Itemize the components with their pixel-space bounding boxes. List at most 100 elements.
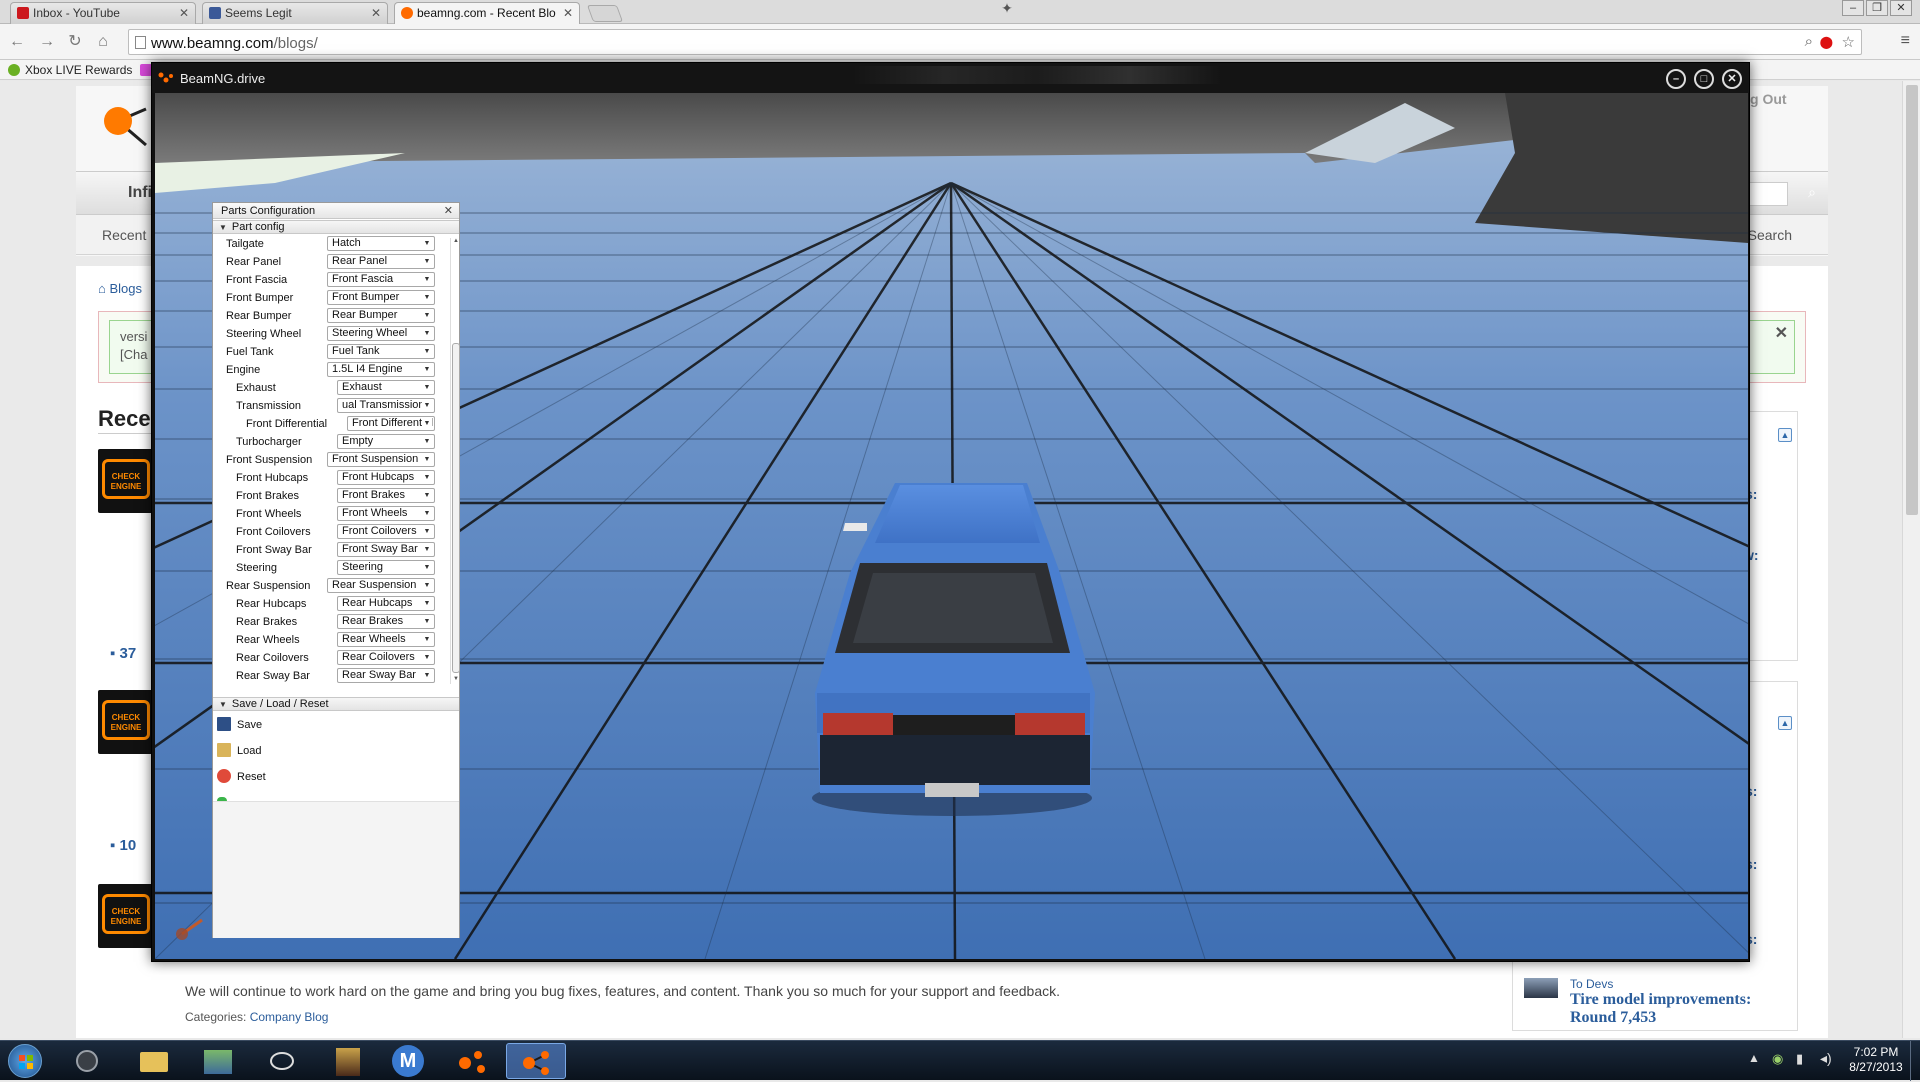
close-icon[interactable]: ✕ (371, 6, 381, 20)
part-select[interactable]: Front Coilovers ▼ (337, 524, 435, 539)
part-select[interactable]: Rear Suspension ▼ (327, 578, 435, 593)
steam-icon[interactable] (70, 1046, 106, 1076)
part-select[interactable]: Steering Wheel ▼ (327, 326, 435, 341)
scrollbar-thumb[interactable] (1906, 85, 1918, 515)
beamng-drive-taskbar-button[interactable] (506, 1043, 566, 1079)
game-icon[interactable] (330, 1046, 366, 1076)
part-select[interactable]: Rear Sway Bar ▼ (337, 668, 435, 683)
windows-logo-icon (19, 1055, 33, 1069)
new-tab-button[interactable] (586, 5, 624, 22)
part-row: Rear Brakes Rear Brakes ▼ (213, 614, 449, 630)
beamng-titlebar[interactable]: BeamNG.drive – □ ✕ (152, 63, 1749, 93)
breadcrumb[interactable]: ⌂ Blogs (98, 281, 142, 296)
home-icon[interactable]: ⌂ (92, 31, 114, 53)
part-select[interactable]: Steering ▼ (337, 560, 435, 575)
minimize-button[interactable]: – (1666, 69, 1686, 89)
chevron-down-icon: ▼ (422, 615, 432, 628)
network-icon[interactable]: ◉ (1772, 1051, 1783, 1067)
part-select[interactable]: Rear Bumper ▼ (327, 308, 435, 323)
maximize-button[interactable]: □ (1694, 69, 1714, 89)
app-icon[interactable] (264, 1046, 300, 1076)
part-select[interactable]: Front Suspension ▼ (327, 452, 435, 467)
parts-configuration-panel[interactable]: Parts Configuration ✕ ▼ Part config Tailg… (212, 202, 460, 938)
part-select[interactable]: Front Hubcaps ▼ (337, 470, 435, 485)
part-select[interactable]: Fuel Tank ▼ (327, 344, 435, 359)
show-hidden-icons[interactable]: ▲ (1748, 1051, 1760, 1065)
close-icon[interactable]: ✕ (179, 6, 189, 20)
part-select[interactable]: Empty ▼ (337, 434, 435, 449)
game-icon[interactable] (200, 1046, 236, 1076)
part-select[interactable]: Front Wheels ▼ (337, 506, 435, 521)
check-engine-thumbnail[interactable]: CHECK ENGINE (98, 690, 154, 754)
collapse-icon[interactable]: ▲ (1778, 716, 1792, 730)
part-select[interactable]: Rear Coilovers ▼ (337, 650, 435, 665)
save-button[interactable]: Save (217, 717, 262, 735)
close-button[interactable]: ✕ (1722, 69, 1742, 89)
scroll-down-icon[interactable]: ▼ (452, 676, 460, 684)
scroll-up-icon[interactable]: ▲ (452, 238, 460, 246)
part-select[interactable]: Exhaust ▼ (337, 380, 435, 395)
page-scrollbar[interactable] (1902, 81, 1920, 1038)
sidebar-post-title[interactable]: Tire model improvements: Round 7,453 (1570, 991, 1780, 1027)
clock[interactable]: 7:02 PM 8/27/2013 (1846, 1045, 1906, 1075)
scrollbar-thumb[interactable] (452, 343, 460, 673)
close-icon[interactable]: ✕ (1775, 323, 1788, 343)
part-select[interactable]: Front Fascia ▼ (327, 272, 435, 287)
minimize-button[interactable]: – (1842, 0, 1864, 16)
tab-youtube[interactable]: Inbox - YouTube ✕ (10, 2, 196, 24)
parts-scrollbar[interactable]: ▲ ▼ (450, 238, 460, 684)
part-select[interactable]: Rear Panel ▼ (327, 254, 435, 269)
volume-icon[interactable]: ◂) (1820, 1050, 1832, 1067)
part-select[interactable]: ual Transmission ▼ (337, 398, 435, 413)
category-link[interactable]: Company Blog (250, 1010, 329, 1024)
close-icon[interactable]: ✕ (444, 204, 453, 217)
post-thumbnail[interactable] (1524, 978, 1558, 998)
search-icon[interactable]: ⌕ (1805, 33, 1813, 50)
panel-title[interactable]: Parts Configuration ✕ (213, 203, 459, 219)
part-select[interactable]: Rear Hubcaps ▼ (337, 596, 435, 611)
show-desktop-button[interactable] (1910, 1041, 1920, 1081)
folder-icon[interactable] (136, 1046, 172, 1076)
check-engine-thumbnail[interactable]: CHECK ENGINE (98, 449, 154, 513)
start-button[interactable] (8, 1044, 42, 1078)
part-select[interactable]: Front Bumper ▼ (327, 290, 435, 305)
part-select[interactable]: Front Brakes ▼ (337, 488, 435, 503)
logout-link[interactable]: g Out (1750, 91, 1787, 107)
forward-arrow-icon[interactable]: → (36, 31, 58, 53)
comment-count[interactable]: ▪ 37 (110, 645, 136, 662)
check-engine-thumbnail[interactable]: CHECK ENGINE (98, 884, 154, 948)
part-row: Rear Coilovers Rear Coilovers ▼ (213, 650, 449, 666)
restore-button[interactable]: ❐ (1866, 0, 1888, 16)
comment-count[interactable]: ▪ 10 (110, 837, 136, 854)
menu-icon[interactable]: ≡ (1901, 32, 1910, 50)
sidebar-post-category[interactable]: To Devs (1570, 977, 1613, 991)
tab-beamng[interactable]: beamng.com - Recent Blo ✕ (394, 2, 580, 24)
signal-icon[interactable]: ▮ (1796, 1051, 1803, 1067)
part-select[interactable]: Hatch ▼ (327, 236, 435, 251)
bookmark-xbox-rewards[interactable]: Xbox LIVE Rewards (8, 63, 132, 77)
part-select[interactable]: 1.5L I4 Engine ▼ (327, 362, 435, 377)
part-select[interactable]: Front Sway Bar ▼ (337, 542, 435, 557)
beamng-icon[interactable] (456, 1047, 492, 1077)
maxthon-icon[interactable]: M (392, 1045, 424, 1077)
part-select[interactable]: Front Differential ▼ (347, 416, 435, 431)
reset-button[interactable]: Reset (217, 769, 266, 787)
part-select[interactable]: Rear Brakes ▼ (337, 614, 435, 629)
adblock-icon[interactable]: ⬤ (1820, 35, 1833, 49)
collapse-icon[interactable]: ▲ (1778, 428, 1792, 442)
search-icon[interactable]: ⌕ (1808, 184, 1816, 201)
nav-item[interactable]: Infi (128, 184, 152, 202)
part-select[interactable]: Rear Wheels ▼ (337, 632, 435, 647)
section-save-load-reset[interactable]: ▼ Save / Load / Reset (213, 697, 459, 711)
reload-icon[interactable]: ↻ (64, 31, 86, 53)
tab-seems-legit[interactable]: Seems Legit ✕ (202, 2, 388, 24)
address-bar[interactable]: www.beamng.com/blogs/ ⌕ ⬤ ☆ (128, 29, 1862, 55)
section-part-config[interactable]: ▼ Part config (213, 220, 459, 234)
subnav-recent[interactable]: Recent (102, 227, 146, 243)
back-arrow-icon[interactable]: ← (6, 31, 28, 53)
close-button[interactable]: ✕ (1890, 0, 1912, 16)
close-icon[interactable]: ✕ (563, 6, 573, 20)
star-icon[interactable]: ☆ (1842, 33, 1855, 51)
part-row: Front Coilovers Front Coilovers ▼ (213, 524, 449, 540)
load-button[interactable]: Load (217, 743, 261, 761)
